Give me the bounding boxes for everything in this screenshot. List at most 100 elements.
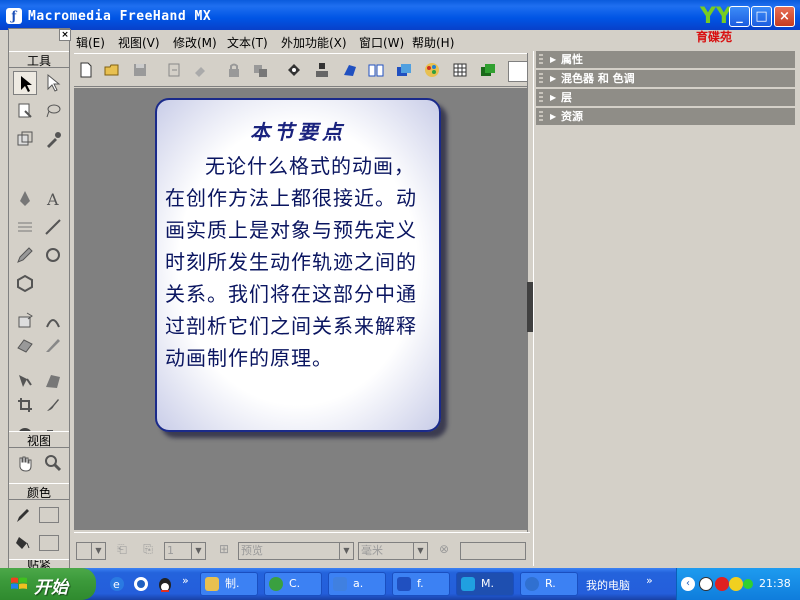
- menu-edit[interactable]: 辑(E): [76, 34, 105, 51]
- expand-arrow-icon[interactable]: ▶: [550, 89, 556, 107]
- expand-arrow-icon[interactable]: ▶: [550, 51, 556, 69]
- prev-page-icon[interactable]: ⎗: [114, 542, 130, 560]
- close-button[interactable]: ×: [774, 6, 795, 27]
- media-quicklaunch-icon[interactable]: [132, 575, 150, 593]
- toolbar-expand-icon[interactable]: »: [646, 574, 653, 587]
- view-mode-select[interactable]: ▼: [76, 542, 106, 560]
- panel-assets[interactable]: ▶ 资源: [536, 108, 795, 126]
- expand-arrow-icon[interactable]: ▶: [550, 70, 556, 88]
- toolbar-field[interactable]: [508, 61, 528, 82]
- menu-window[interactable]: 窗口(W): [359, 34, 404, 51]
- taskbar-button[interactable]: 制.: [200, 572, 258, 596]
- freehand-app-icon[interactable]: ƒ: [6, 8, 22, 24]
- save-icon[interactable]: [130, 60, 150, 80]
- cancel-icon[interactable]: ⊗: [436, 542, 452, 560]
- text-tool-icon[interactable]: A: [41, 187, 65, 211]
- my-computer-label[interactable]: 我的电脑: [586, 577, 630, 593]
- page-tool-icon[interactable]: [13, 99, 37, 123]
- taskbar-button[interactable]: a.: [328, 572, 386, 596]
- tools-close-button[interactable]: ×: [59, 29, 71, 41]
- grip-icon[interactable]: [539, 111, 543, 123]
- rotate-tool-icon[interactable]: [13, 309, 37, 333]
- import-icon[interactable]: [164, 60, 184, 80]
- fill-color-swatch[interactable]: [39, 535, 59, 551]
- unlock-icon[interactable]: [250, 60, 270, 80]
- zoom-tool-icon[interactable]: [41, 451, 65, 475]
- align-icon[interactable]: [312, 60, 332, 80]
- svg-text:e: e: [113, 578, 120, 591]
- knife-tool-icon[interactable]: [41, 333, 65, 357]
- keyboard-icon[interactable]: [699, 577, 713, 591]
- document-canvas[interactable]: 本节要点 无论什么格式的动画，在创作方法上都很接近。动画实质上是对象与预先定义时…: [74, 88, 527, 530]
- more-quicklaunch-icon[interactable]: »: [182, 574, 189, 587]
- taskbar: 开始 e » 制. C. a. f. M. R. 我的电脑 » ‹ 21:38: [0, 568, 800, 600]
- pen-tool-icon[interactable]: [13, 187, 37, 211]
- lock-icon[interactable]: [224, 60, 244, 80]
- tray-collapse-icon[interactable]: ‹: [681, 577, 695, 591]
- panel-properties[interactable]: ▶ 属性: [536, 51, 795, 69]
- link-icon[interactable]: [284, 60, 304, 80]
- eyedropper-tool-icon[interactable]: [41, 127, 65, 151]
- pencil-tool-icon[interactable]: [13, 243, 37, 267]
- menu-text[interactable]: 文本(T): [227, 34, 268, 51]
- library-icon[interactable]: [366, 60, 386, 80]
- taskbar-button-active[interactable]: M.: [456, 572, 514, 596]
- stroke-color-icon[interactable]: [11, 503, 35, 527]
- taskbar-button[interactable]: C.: [264, 572, 322, 596]
- pointer-tool-icon[interactable]: [13, 71, 37, 95]
- slide-card[interactable]: 本节要点 无论什么格式的动画，在创作方法上都很接近。动画实质上是对象与预先定义时…: [155, 98, 441, 432]
- taskbar-button[interactable]: f.: [392, 572, 450, 596]
- security-icon[interactable]: [715, 577, 729, 591]
- ie-quicklaunch-icon[interactable]: e: [108, 575, 126, 593]
- next-page-icon[interactable]: ⎘: [140, 542, 156, 560]
- panel-title: 属性: [561, 53, 583, 66]
- grip-icon[interactable]: [539, 73, 543, 85]
- hand-tool-icon[interactable]: [13, 451, 37, 475]
- scale-tool-icon[interactable]: [13, 127, 37, 151]
- subselect-tool-icon[interactable]: [41, 71, 65, 95]
- start-button[interactable]: 开始: [0, 568, 96, 600]
- units-select[interactable]: 毫米 ▼: [358, 542, 428, 560]
- expand-arrow-icon[interactable]: ▶: [550, 108, 556, 126]
- fill-tool-icon[interactable]: [13, 369, 37, 393]
- polygon-tool-icon[interactable]: [13, 271, 37, 295]
- ellipse-tool-icon[interactable]: [41, 243, 65, 267]
- grip-icon[interactable]: [539, 54, 543, 66]
- open-folder-icon[interactable]: [102, 60, 122, 80]
- chat-icon: [333, 577, 347, 591]
- lasso-tool-icon[interactable]: [41, 99, 65, 123]
- eraser-tool-icon[interactable]: [13, 333, 37, 357]
- export-icon[interactable]: [190, 60, 210, 80]
- new-document-icon[interactable]: [76, 60, 96, 80]
- diagonal-line-tool-icon[interactable]: [41, 215, 65, 239]
- perspective-tool-icon[interactable]: [41, 369, 65, 393]
- clock[interactable]: 21:38: [759, 577, 791, 590]
- menu-view[interactable]: 视图(V): [118, 34, 160, 51]
- transform-icon[interactable]: [340, 60, 360, 80]
- minimize-button[interactable]: _: [729, 6, 750, 27]
- menu-modify[interactable]: 修改(M): [173, 34, 217, 51]
- panel-mixer[interactable]: ▶ 混色器 和 色调: [536, 70, 795, 88]
- stroke-color-swatch[interactable]: [39, 507, 59, 523]
- crop-tool-icon[interactable]: [13, 393, 37, 417]
- messenger-icon[interactable]: [729, 577, 743, 591]
- swatches-icon[interactable]: [422, 60, 442, 80]
- panel-layers[interactable]: ▶ 层: [536, 89, 795, 107]
- page-select[interactable]: 1 ▼: [164, 542, 206, 560]
- add-page-icon[interactable]: ⊞: [216, 542, 232, 560]
- layers-icon[interactable]: [394, 60, 414, 80]
- grid-icon[interactable]: [450, 60, 470, 80]
- grip-icon[interactable]: [539, 92, 543, 104]
- fill-color-icon[interactable]: [11, 531, 35, 555]
- network-icon[interactable]: [743, 579, 753, 589]
- menu-help[interactable]: 帮助(H): [412, 34, 454, 51]
- qq-quicklaunch-icon[interactable]: [156, 575, 174, 593]
- reflect-tool-icon[interactable]: [41, 309, 65, 333]
- menu-xtras[interactable]: 外加功能(X): [281, 34, 347, 51]
- taskbar-button[interactable]: R.: [520, 572, 578, 596]
- line-tool-icon[interactable]: [13, 215, 37, 239]
- preview-mode-select[interactable]: 预览 ▼: [238, 542, 354, 560]
- brush-tool-icon[interactable]: [41, 393, 65, 417]
- stack-icon[interactable]: [478, 60, 498, 80]
- maximize-button[interactable]: □: [751, 6, 772, 27]
